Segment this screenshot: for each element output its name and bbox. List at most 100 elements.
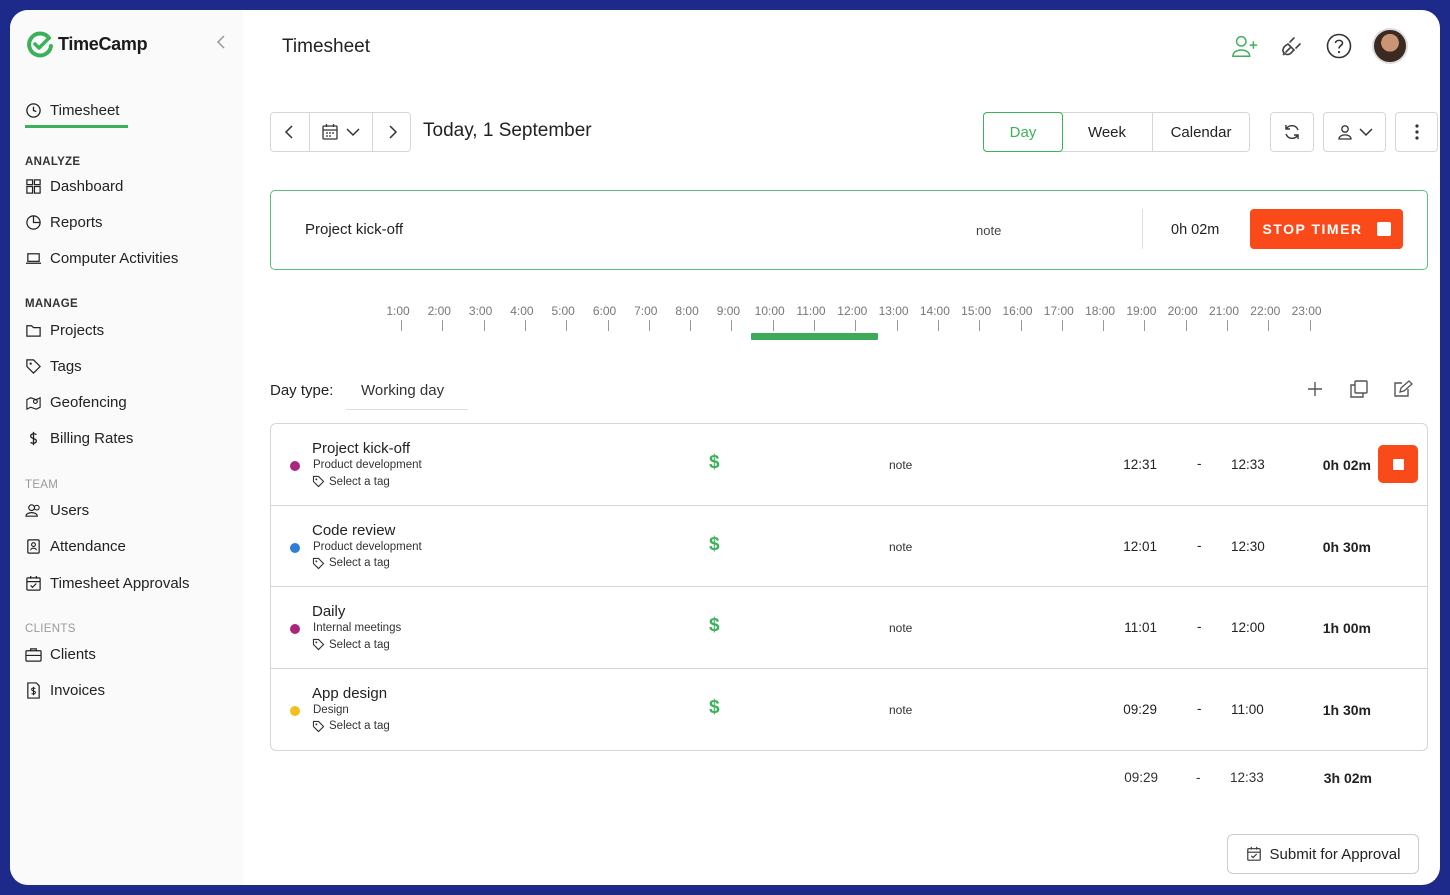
section-analyze: ANALYZE bbox=[25, 156, 81, 168]
billable-toggle[interactable]: $ bbox=[709, 452, 720, 474]
chevron-down-icon bbox=[346, 128, 360, 137]
entry-start-time[interactable]: 12:01 bbox=[1123, 539, 1157, 554]
timeline-hour-label: 10:00 bbox=[754, 304, 785, 318]
entry-note[interactable]: note bbox=[889, 458, 912, 472]
timer-note[interactable]: note bbox=[976, 223, 1001, 238]
select-tag-button[interactable]: Select a tag bbox=[312, 638, 390, 651]
stop-timer-label: STOP TIMER bbox=[1262, 221, 1363, 237]
duplicate-button[interactable] bbox=[1348, 378, 1370, 400]
entry-start-time[interactable]: 12:31 bbox=[1123, 457, 1157, 472]
entry-duration[interactable]: 0h 02m bbox=[1323, 457, 1371, 473]
help-button[interactable] bbox=[1325, 32, 1353, 60]
entry-start-time[interactable]: 11:01 bbox=[1124, 620, 1157, 635]
timeline-hour-label: 13:00 bbox=[878, 304, 909, 318]
next-day-button[interactable] bbox=[373, 113, 410, 151]
previous-day-button[interactable] bbox=[271, 113, 310, 151]
billable-toggle[interactable]: $ bbox=[709, 697, 720, 719]
user-select-button[interactable] bbox=[1323, 112, 1386, 152]
sidebar-item-reports[interactable]: Reports bbox=[25, 214, 103, 231]
timeline-tick bbox=[648, 320, 650, 331]
bulk-edit-button[interactable] bbox=[1392, 378, 1414, 400]
sidebar: TimeCamp Timesheet ANALYZE Dashboard Rep… bbox=[10, 10, 243, 885]
entry-note[interactable]: note bbox=[889, 703, 912, 717]
invite-user-button[interactable] bbox=[1231, 32, 1259, 60]
sidebar-item-geofencing[interactable]: Geofencing bbox=[25, 394, 127, 411]
time-separator: - bbox=[1197, 537, 1202, 553]
billable-toggle[interactable]: $ bbox=[709, 615, 720, 637]
entry-project[interactable]: Internal meetings bbox=[313, 622, 401, 634]
entry-duration[interactable]: 1h 30m bbox=[1323, 702, 1371, 718]
timeline-tick bbox=[1020, 320, 1022, 331]
timeline-hour-label: 21:00 bbox=[1208, 304, 1240, 318]
timeline-hour-label: 20:00 bbox=[1167, 304, 1198, 318]
time-separator: - bbox=[1197, 619, 1202, 634]
table-row[interactable]: Code review Product development Select a t… bbox=[271, 506, 1427, 587]
timeline-hour-label: 12:00 bbox=[837, 304, 868, 318]
table-row[interactable]: App design Design Select a tag $ note 09:29 - 1… bbox=[271, 669, 1427, 751]
folder-icon bbox=[26, 325, 41, 337]
sidebar-item-attendance[interactable]: Attendance bbox=[25, 538, 126, 555]
integrations-button[interactable] bbox=[1278, 32, 1306, 60]
entry-end-time[interactable]: 11:00 bbox=[1231, 702, 1264, 717]
timeline-hour-label: 7:00 bbox=[634, 304, 658, 318]
stop-icon bbox=[1392, 458, 1404, 470]
entry-title[interactable]: App design bbox=[312, 685, 387, 702]
more-options-button[interactable] bbox=[1395, 112, 1438, 152]
entry-start-time[interactable]: 09:29 bbox=[1123, 702, 1157, 717]
sidebar-item-dashboard[interactable]: Dashboard bbox=[25, 178, 123, 195]
select-tag-button[interactable]: Select a tag bbox=[312, 557, 390, 570]
entry-title[interactable]: Project kick-off bbox=[312, 440, 410, 457]
entry-project[interactable]: Design bbox=[313, 704, 349, 716]
chevron-left-icon bbox=[284, 125, 293, 139]
timeline-tick bbox=[1185, 320, 1187, 331]
timeline-tick bbox=[524, 320, 526, 331]
sidebar-item-projects[interactable]: Projects bbox=[25, 322, 104, 339]
date-picker-button[interactable] bbox=[310, 113, 373, 151]
entry-end-time[interactable]: 12:33 bbox=[1231, 457, 1265, 472]
entry-end-time[interactable]: 12:00 bbox=[1231, 620, 1265, 635]
sidebar-item-timesheet-approvals[interactable]: Timesheet Approvals bbox=[25, 575, 190, 592]
select-tag-button[interactable]: Select a tag bbox=[312, 475, 390, 488]
timeline-tick bbox=[1144, 320, 1146, 331]
tab-calendar[interactable]: Calendar bbox=[1153, 113, 1249, 151]
tab-week[interactable]: Week bbox=[1062, 113, 1153, 151]
day-type-select[interactable]: Working day bbox=[346, 372, 468, 410]
entry-project[interactable]: Product development bbox=[313, 541, 422, 553]
timer-task-name[interactable]: Project kick-off bbox=[305, 221, 403, 238]
timeline-hour-label: 6:00 bbox=[592, 304, 617, 318]
sidebar-item-timesheet[interactable]: Timesheet bbox=[25, 102, 128, 128]
sidebar-item-billing-rates[interactable]: Billing Rates bbox=[25, 430, 133, 447]
entry-duration[interactable]: 1h 00m bbox=[1323, 620, 1371, 636]
dollar-icon bbox=[30, 431, 37, 446]
entry-title[interactable]: Daily bbox=[312, 603, 345, 620]
entry-duration[interactable]: 0h 30m bbox=[1323, 539, 1371, 555]
stop-entry-button[interactable] bbox=[1378, 445, 1418, 483]
collapse-sidebar-icon[interactable] bbox=[214, 34, 230, 50]
tab-day[interactable]: Day bbox=[983, 112, 1063, 152]
entry-project[interactable]: Product development bbox=[313, 459, 422, 471]
entry-end-time[interactable]: 12:30 bbox=[1231, 539, 1265, 554]
sidebar-item-clients[interactable]: Clients bbox=[25, 646, 96, 663]
submit-for-approval-button[interactable]: Submit for Approval bbox=[1227, 834, 1419, 874]
timeline-tick bbox=[566, 320, 568, 331]
total-end-time: 12:33 bbox=[1230, 770, 1264, 785]
table-row[interactable]: Project kick-off Product development Selec… bbox=[271, 424, 1427, 506]
sidebar-item-computer-activities[interactable]: Computer Activities bbox=[25, 250, 178, 267]
sidebar-item-invoices[interactable]: Invoices bbox=[25, 682, 105, 699]
timeline-hour-label: 22:00 bbox=[1250, 304, 1281, 318]
stop-timer-button[interactable]: STOP TIMER bbox=[1250, 209, 1403, 249]
timeline-hour-label: 17:00 bbox=[1043, 304, 1074, 318]
avatar[interactable] bbox=[1372, 28, 1408, 64]
sidebar-item-label: Tags bbox=[50, 358, 82, 375]
sidebar-item-tags[interactable]: Tags bbox=[25, 358, 82, 375]
select-tag-button[interactable]: Select a tag bbox=[312, 720, 390, 733]
refresh-button[interactable] bbox=[1270, 112, 1314, 152]
sidebar-item-users[interactable]: Users bbox=[25, 502, 89, 519]
table-row[interactable]: Daily Internal meetings Select a tag $ note 1… bbox=[271, 587, 1427, 669]
entry-title[interactable]: Code review bbox=[312, 522, 395, 539]
add-entry-button[interactable] bbox=[1304, 378, 1326, 400]
billable-toggle[interactable]: $ bbox=[709, 534, 720, 556]
entry-note[interactable]: note bbox=[889, 540, 912, 554]
entry-note[interactable]: note bbox=[889, 621, 912, 635]
app-logo[interactable]: TimeCamp bbox=[26, 30, 148, 58]
